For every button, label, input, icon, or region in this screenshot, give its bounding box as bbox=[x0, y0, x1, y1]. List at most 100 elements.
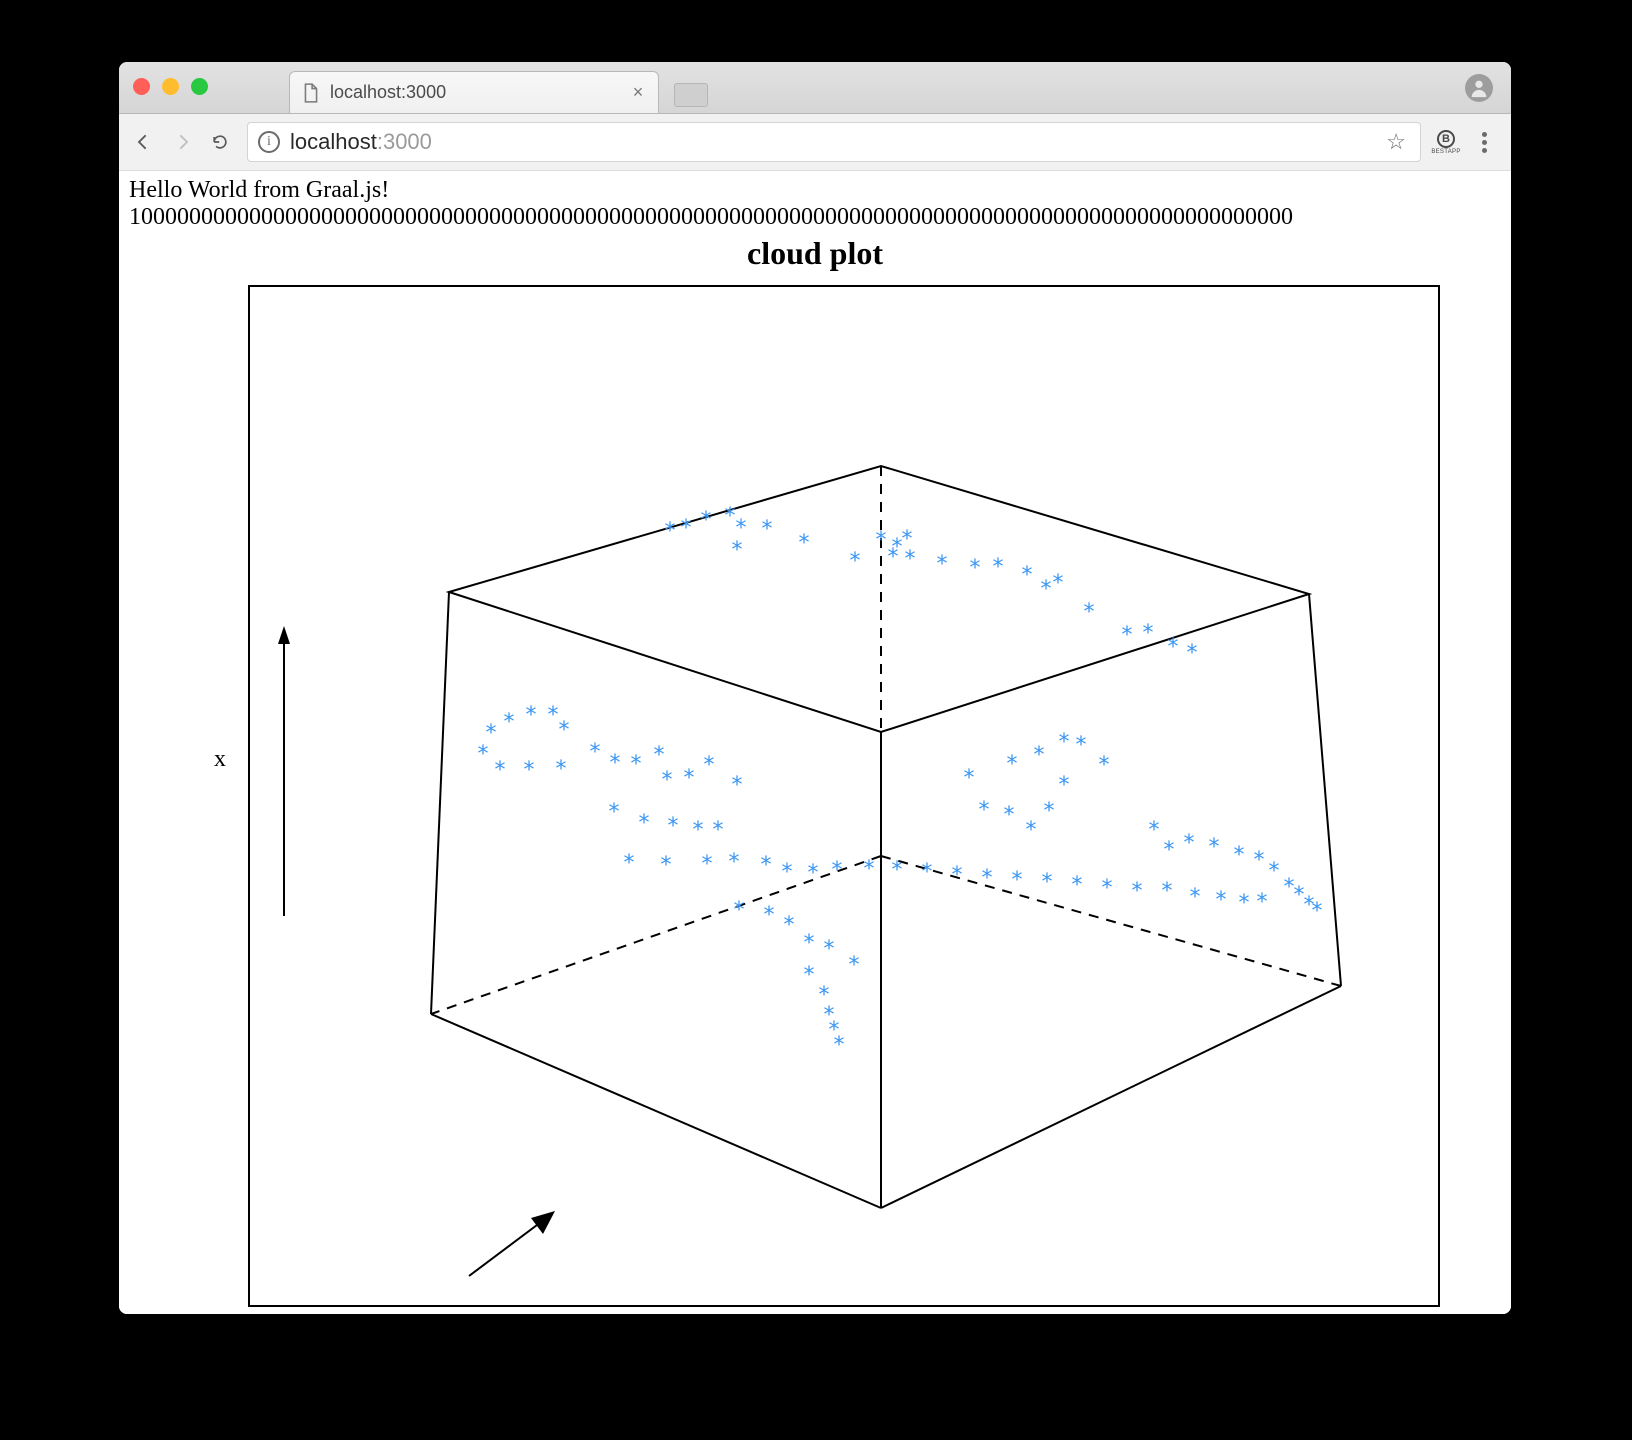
page-heading-text: Hello World from Graal.js! bbox=[119, 171, 1511, 204]
reload-button[interactable] bbox=[205, 127, 235, 157]
address-bar[interactable]: i localhost:3000 ☆ bbox=[247, 122, 1421, 162]
svg-text:*: * bbox=[977, 798, 990, 823]
svg-text:*: * bbox=[629, 752, 642, 777]
back-button[interactable] bbox=[129, 127, 159, 157]
svg-text:*: * bbox=[554, 757, 567, 782]
svg-text:*: * bbox=[780, 860, 793, 885]
svg-text:*: * bbox=[962, 766, 975, 791]
svg-text:*: * bbox=[1185, 641, 1198, 666]
extension-icon[interactable]: B BESTAPP bbox=[1433, 129, 1459, 155]
svg-text:*: * bbox=[659, 853, 672, 878]
svg-text:*: * bbox=[711, 818, 724, 843]
svg-text:*: * bbox=[1160, 879, 1173, 904]
svg-text:*: * bbox=[476, 742, 489, 767]
svg-text:*: * bbox=[802, 931, 815, 956]
svg-text:*: * bbox=[991, 555, 1004, 580]
svg-text:*: * bbox=[700, 852, 713, 877]
svg-text:*: * bbox=[762, 903, 775, 928]
svg-text:*: * bbox=[1097, 753, 1110, 778]
bookmark-star-icon[interactable]: ☆ bbox=[1386, 129, 1406, 155]
svg-text:*: * bbox=[1237, 891, 1250, 916]
axis-label-x: x bbox=[214, 746, 226, 773]
plot-svg: ****************************************… bbox=[169, 276, 1469, 1314]
svg-text:*: * bbox=[524, 703, 537, 728]
file-icon bbox=[302, 83, 320, 103]
cloud-plot: x bbox=[169, 276, 1469, 1314]
svg-text:*: * bbox=[1002, 803, 1015, 828]
svg-text:*: * bbox=[1005, 752, 1018, 777]
svg-text:*: * bbox=[607, 800, 620, 825]
svg-text:*: * bbox=[1082, 600, 1095, 625]
svg-text:*: * bbox=[1207, 835, 1220, 860]
toolbar: i localhost:3000 ☆ B BESTAPP bbox=[119, 114, 1511, 171]
forward-button[interactable] bbox=[167, 127, 197, 157]
svg-text:*: * bbox=[691, 818, 704, 843]
svg-text:*: * bbox=[1074, 733, 1087, 758]
svg-text:*: * bbox=[848, 549, 861, 574]
svg-text:*: * bbox=[1024, 818, 1037, 843]
svg-text:*: * bbox=[759, 853, 772, 878]
svg-text:*: * bbox=[727, 850, 740, 875]
svg-text:*: * bbox=[660, 768, 673, 793]
svg-text:*: * bbox=[935, 552, 948, 577]
svg-text:*: * bbox=[682, 766, 695, 791]
svg-text:*: * bbox=[890, 858, 903, 883]
url-text: localhost:3000 bbox=[290, 129, 432, 155]
svg-text:*: * bbox=[608, 751, 621, 776]
window-minimize-button[interactable] bbox=[162, 78, 179, 95]
desktop: localhost:3000 × i localhost:3000 bbox=[0, 0, 1632, 1440]
browser-window: localhost:3000 × i localhost:3000 bbox=[119, 62, 1511, 1314]
svg-text:*: * bbox=[1070, 873, 1083, 898]
svg-text:*: * bbox=[797, 531, 810, 556]
svg-text:*: * bbox=[663, 519, 676, 544]
svg-text:*: * bbox=[1147, 818, 1160, 843]
svg-text:*: * bbox=[1130, 879, 1143, 904]
chart-title: cloud plot bbox=[119, 235, 1511, 272]
svg-text:*: * bbox=[679, 516, 692, 541]
profile-avatar-icon[interactable] bbox=[1465, 74, 1493, 102]
svg-text:*: * bbox=[493, 758, 506, 783]
svg-text:*: * bbox=[1057, 730, 1070, 755]
svg-text:*: * bbox=[522, 758, 535, 783]
url-port: :3000 bbox=[377, 129, 432, 154]
svg-text:*: * bbox=[886, 545, 899, 570]
svg-text:*: * bbox=[1020, 563, 1033, 588]
svg-text:*: * bbox=[1040, 870, 1053, 895]
svg-text:*: * bbox=[806, 861, 819, 886]
svg-text:*: * bbox=[1057, 773, 1070, 798]
url-host: localhost bbox=[290, 129, 377, 154]
svg-text:*: * bbox=[862, 857, 875, 882]
menu-icon[interactable] bbox=[1473, 132, 1495, 153]
svg-text:*: * bbox=[1255, 890, 1268, 915]
svg-text:*: * bbox=[1100, 876, 1113, 901]
svg-text:*: * bbox=[1166, 635, 1179, 660]
svg-text:*: * bbox=[1310, 899, 1323, 924]
svg-text:*: * bbox=[1042, 799, 1055, 824]
svg-text:*: * bbox=[502, 710, 515, 735]
svg-text:*: * bbox=[699, 508, 712, 533]
page-viewport[interactable]: Hello World from Graal.js! 1000000000000… bbox=[119, 171, 1511, 1314]
site-info-icon[interactable]: i bbox=[258, 131, 280, 153]
svg-text:*: * bbox=[730, 538, 743, 563]
svg-text:*: * bbox=[622, 851, 635, 876]
svg-text:*: * bbox=[557, 718, 570, 743]
svg-text:*: * bbox=[1162, 838, 1175, 863]
svg-text:*: * bbox=[1188, 885, 1201, 910]
svg-text:*: * bbox=[847, 953, 860, 978]
svg-text:*: * bbox=[1051, 571, 1064, 596]
window-maximize-button[interactable] bbox=[191, 78, 208, 95]
window-close-button[interactable] bbox=[133, 78, 150, 95]
svg-text:*: * bbox=[903, 547, 916, 572]
svg-text:*: * bbox=[588, 740, 601, 765]
new-tab-button[interactable] bbox=[674, 83, 708, 107]
svg-text:*: * bbox=[830, 858, 843, 883]
svg-text:*: * bbox=[666, 814, 679, 839]
svg-text:*: * bbox=[1032, 743, 1045, 768]
svg-text:*: * bbox=[1182, 831, 1195, 856]
svg-text:*: * bbox=[1252, 848, 1265, 873]
svg-text:*: * bbox=[637, 811, 650, 836]
close-tab-icon[interactable]: × bbox=[630, 82, 646, 103]
tab-title: localhost:3000 bbox=[330, 82, 620, 103]
browser-tab[interactable]: localhost:3000 × bbox=[289, 71, 659, 113]
svg-text:*: * bbox=[980, 866, 993, 891]
